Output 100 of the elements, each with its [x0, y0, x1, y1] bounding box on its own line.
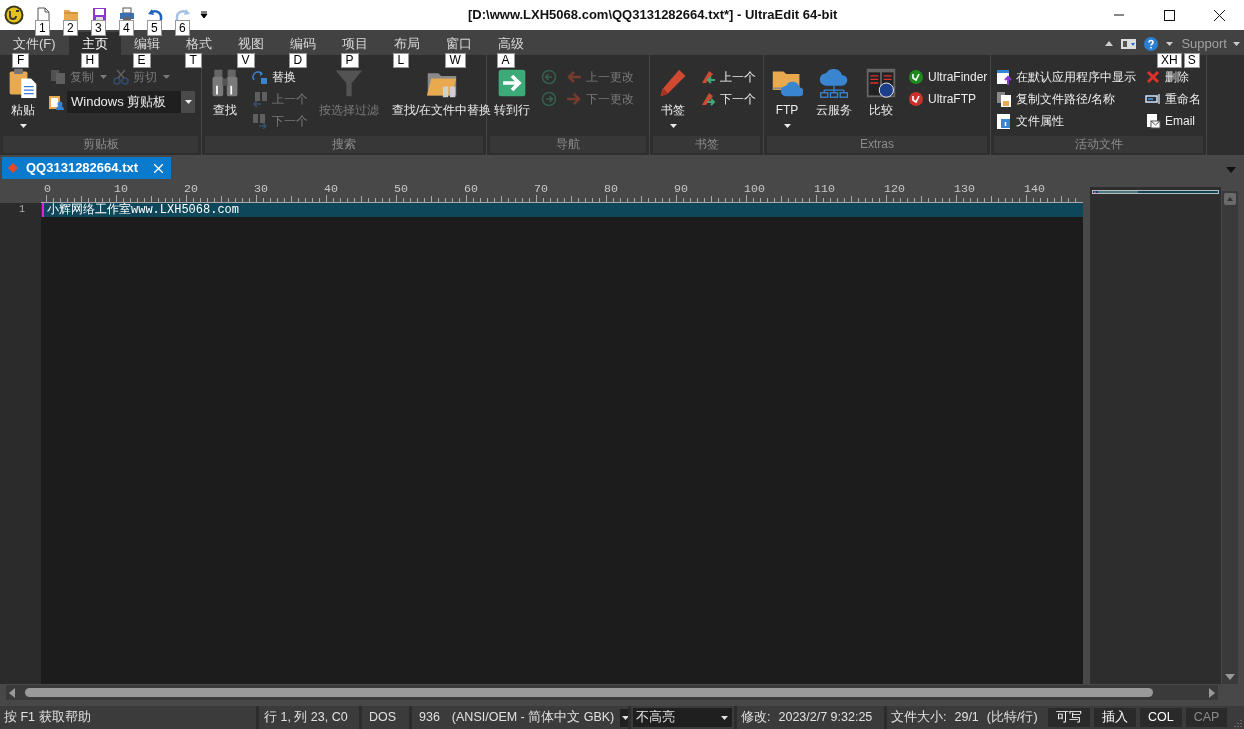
compare-icon — [865, 67, 897, 99]
cursor-position: 行 1, 列 23, C0 — [264, 709, 348, 727]
key-tip: V — [236, 53, 255, 68]
bookmark-icon — [700, 69, 716, 85]
menu-tab[interactable]: 布局 — [380, 32, 433, 55]
codepage-number: 936 — [419, 709, 440, 727]
ribbon-button[interactable]: 复制文件路径/名称 — [994, 89, 1118, 109]
close-icon[interactable] — [1213, 9, 1225, 21]
ribbon-button[interactable]: 云服务 — [812, 67, 856, 133]
ribbon-button[interactable]: 上一个 — [698, 67, 758, 87]
ruler-label: 30 — [254, 183, 268, 195]
ruler-label: 20 — [184, 183, 198, 195]
resize-grip-icon — [1232, 717, 1242, 727]
key-tip: XH — [1157, 53, 1182, 68]
clipboard-dropdown[interactable]: Windows 剪贴板 — [67, 91, 195, 113]
chevron-up-icon[interactable] — [1105, 41, 1114, 46]
key-tip: W — [444, 53, 466, 68]
scrollbar-thumb[interactable] — [25, 688, 1153, 697]
layout-icon[interactable] — [1121, 38, 1137, 49]
ribbon-button[interactable]: 替换 — [250, 67, 298, 87]
modified-time: 2023/2/7 9:32:25 — [778, 709, 873, 727]
ribbon-button[interactable]: 在默认应用程序中显示 — [994, 67, 1138, 87]
circle-logo-icon — [908, 69, 924, 85]
ribbon-button[interactable]: 粘贴 — [3, 67, 43, 133]
ribbon-button[interactable]: UltraFTP — [906, 89, 978, 109]
key-tip: 2 — [63, 20, 78, 36]
ribbon-button[interactable]: 查找 — [205, 67, 245, 133]
menu-tab[interactable]: 项目 — [328, 32, 381, 55]
clipboard-icon — [48, 94, 64, 110]
ribbon-button[interactable]: 文件属性 — [994, 111, 1066, 131]
caret-icon — [622, 715, 630, 720]
key-tip: P — [340, 53, 359, 68]
key-tip: 3 — [91, 20, 106, 36]
ribbon-button[interactable]: UltraFinder — [906, 67, 990, 87]
ribbon-button[interactable]: Email — [1143, 111, 1197, 131]
status-indicator: 插入 — [1094, 708, 1136, 727]
documents-icon — [996, 91, 1012, 107]
code-line: 小辉网络工作室www.LXH5068.com — [47, 203, 240, 217]
ruler-label: 0 — [44, 183, 51, 195]
key-tip: S — [1183, 53, 1200, 68]
bookmark-icon — [700, 91, 716, 107]
ruler-label: 140 — [1024, 183, 1045, 195]
line-number: 1 — [18, 203, 26, 217]
caret-icon — [1166, 41, 1174, 46]
key-tip: 5 — [147, 20, 162, 36]
text-cursor — [42, 203, 44, 217]
help-icon[interactable] — [1144, 36, 1159, 51]
status-indicator: CAP — [1185, 708, 1228, 727]
ribbon-button[interactable]: 比较 — [861, 67, 901, 133]
ribbon-button[interactable]: FTP — [767, 67, 807, 133]
scroll-up-icon[interactable] — [1224, 193, 1236, 205]
scroll-right-icon[interactable] — [1209, 687, 1215, 698]
clipboard-icon — [7, 67, 39, 99]
ribbon-button[interactable]: 重命名 — [1143, 89, 1203, 109]
ribbon-button[interactable]: 转到行 — [490, 67, 534, 133]
arrow-right-icon — [566, 91, 582, 107]
scissors-icon — [113, 69, 129, 85]
tab-title: QQ3131282664.txt — [26, 159, 139, 178]
ribbon-button[interactable]: 删除 — [1143, 67, 1191, 87]
binoculars-icon — [252, 91, 268, 107]
ruler-label: 130 — [954, 183, 975, 195]
document-icon — [996, 113, 1012, 129]
ruler-label: 50 — [394, 183, 408, 195]
arrow-left-icon — [566, 69, 582, 85]
ruler-label: 90 — [674, 183, 688, 195]
group-label: 导航 — [490, 136, 646, 153]
ruler-label: 10 — [114, 183, 128, 195]
tab-list-dropdown-icon[interactable] — [1226, 167, 1236, 173]
menu-tab[interactable]: 窗口 — [432, 32, 485, 55]
menu-tab[interactable]: 编码 — [276, 32, 329, 55]
envelope-icon — [1145, 113, 1161, 129]
ribbon-button[interactable]: 书签 — [653, 67, 693, 133]
customize-dropdown-icon[interactable] — [200, 11, 208, 19]
app-logo-icon — [4, 5, 24, 25]
binoculars-icon — [252, 113, 268, 129]
documents-icon — [50, 69, 66, 85]
menu-tab[interactable]: 视图 — [224, 32, 277, 55]
replace-icon — [252, 69, 268, 85]
support-link[interactable]: Support — [1181, 33, 1240, 54]
highlighting-dropdown[interactable]: 不高亮 — [633, 708, 732, 727]
key-tip: F — [12, 53, 30, 68]
window-title: [D:\www.LXH5068.com\QQ3131282664.txt*] - UltraEdit 64-bit — [468, 6, 838, 25]
menu-tab[interactable]: 高级 — [484, 32, 537, 55]
ruler-label: 70 — [534, 183, 548, 195]
key-tip: A — [496, 53, 515, 68]
file-size-unit: (比特/行) — [986, 709, 1038, 727]
circle-logo-icon — [908, 91, 924, 107]
ruler-label: 40 — [324, 183, 338, 195]
encoding-dropdown[interactable]: (ANSI/OEM - 简体中文 GBK) — [451, 706, 632, 729]
document-tab[interactable]: QQ3131282664.txt — [2, 157, 172, 179]
maximize-icon[interactable] — [1163, 9, 1175, 21]
key-tip: 6 — [175, 20, 190, 36]
scroll-left-icon[interactable] — [9, 687, 15, 698]
ruler-label: 100 — [744, 183, 765, 195]
group-label: 书签 — [653, 136, 760, 153]
ruler-label: 60 — [464, 183, 478, 195]
modified-label: 修改: — [741, 709, 771, 727]
scroll-down-icon[interactable] — [1225, 674, 1235, 680]
ruler-label: 110 — [814, 183, 835, 195]
ribbon-button[interactable]: 下一个 — [698, 89, 758, 109]
